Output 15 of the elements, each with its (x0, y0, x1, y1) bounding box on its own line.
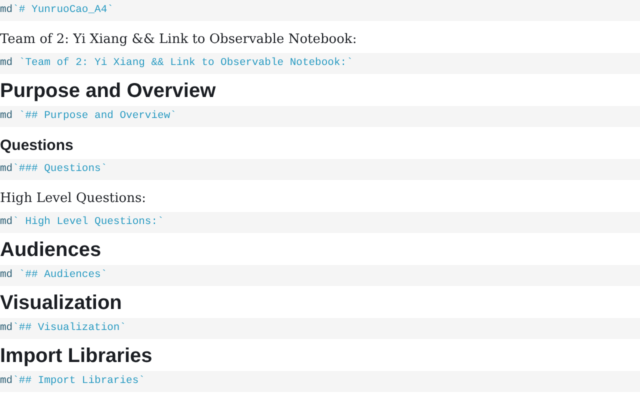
paragraph-text: Team of 2: Yi Xiang && Link to Observable Notebook: (0, 32, 357, 47)
code-cell[interactable]: md`## Import Libraries` (0, 371, 640, 392)
section-heading: Audiences (0, 239, 102, 262)
code-cell[interactable]: md` High Level Questions:` (0, 212, 640, 233)
paragraph-text: High Level Questions: (0, 191, 146, 206)
section-heading: Visualization (0, 292, 122, 315)
section-heading: Import Libraries (0, 345, 152, 368)
code-cell[interactable]: md`### Questions` (0, 159, 640, 180)
code-cell[interactable]: md `Team of 2: Yi Xiang && Link to Observable Notebook:` (0, 53, 640, 74)
code-cell[interactable]: md`# YunruoCao_A4` (0, 0, 640, 21)
code-cell[interactable]: md `## Purpose and Overview` (0, 106, 640, 127)
code-cell[interactable]: md`## Visualization` (0, 318, 640, 339)
code-cell[interactable]: md `## Audiences` (0, 265, 640, 286)
section-heading: Purpose and Overview (0, 80, 216, 103)
subsection-heading: Questions (0, 137, 74, 154)
